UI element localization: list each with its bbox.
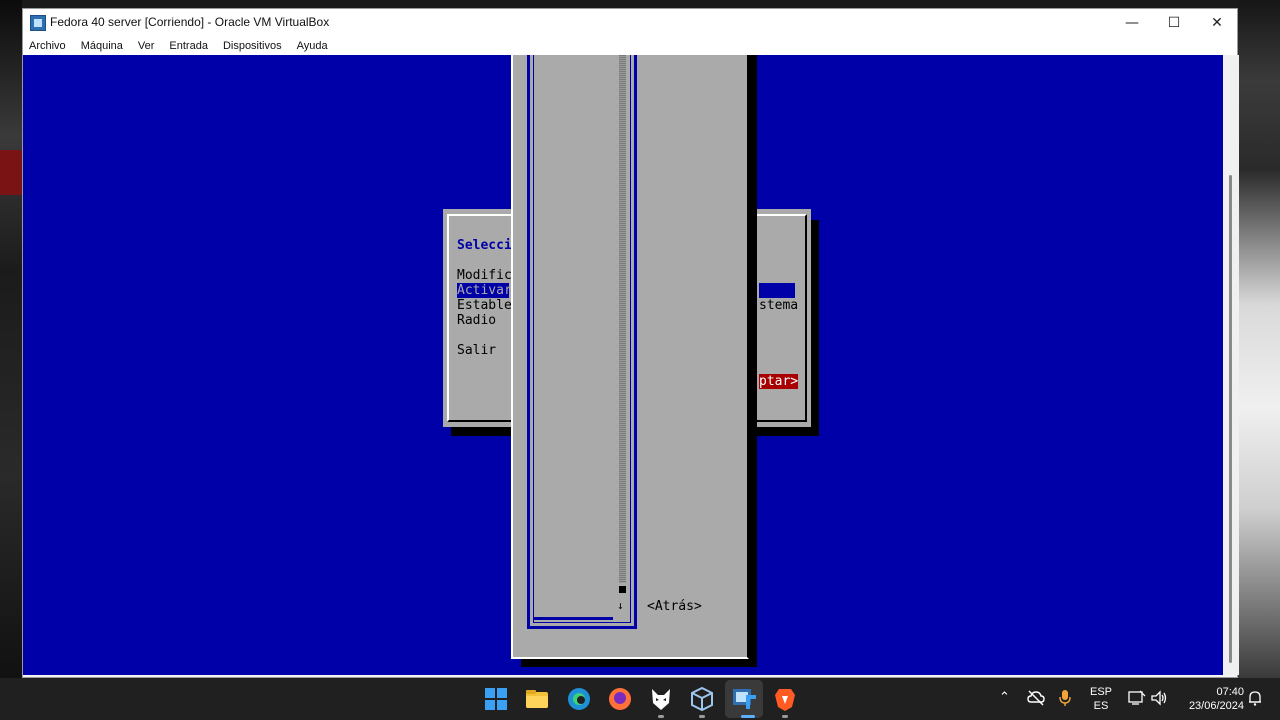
selected-option-highlight-right xyxy=(759,283,795,298)
maximize-button[interactable]: ☐ xyxy=(1153,9,1195,37)
scroll-down-arrow-icon[interactable]: ↓ xyxy=(617,599,624,612)
vm-display[interactable]: Selecci Modific Activar Estable stema Ra… xyxy=(23,55,1223,675)
listbox-scrollbar[interactable] xyxy=(619,55,626,583)
virtualbox-app-icon xyxy=(30,15,46,31)
vm-session-icon[interactable] xyxy=(730,685,758,713)
desktop-wallpaper-right xyxy=(1238,0,1280,678)
accept-button[interactable]: ptar> xyxy=(759,374,799,389)
network-icon[interactable] xyxy=(1128,690,1146,706)
menu-archivo[interactable]: Archivo xyxy=(29,40,66,52)
notification-bell-icon[interactable] xyxy=(1248,690,1262,706)
menu-dispositivos[interactable]: Dispositivos xyxy=(223,40,282,52)
app-running-indicator xyxy=(699,715,705,718)
clock-date: 23/06/2024 xyxy=(1188,700,1244,712)
fox-app-icon[interactable] xyxy=(647,685,675,713)
app-active-indicator xyxy=(741,715,755,718)
app-running-indicator xyxy=(782,715,788,718)
virtualbox-window: Fedora 40 server [Corriendo] - Oracle VM… xyxy=(22,8,1239,678)
listbox-right-border xyxy=(635,55,637,629)
menu-ver[interactable]: Ver xyxy=(138,40,155,52)
chevron-up-icon[interactable]: ⌃ xyxy=(999,690,1010,705)
desktop-wallpaper-left xyxy=(0,0,22,678)
listbox-inner-frame xyxy=(533,55,631,623)
microphone-icon[interactable] xyxy=(1059,689,1071,707)
menu-bar: Archivo Máquina Ver Entrada Dispositivos… xyxy=(23,37,1237,55)
volume-icon[interactable] xyxy=(1150,690,1168,706)
dialog-title: Selecci xyxy=(457,238,512,253)
menu-option-radio[interactable]: Radio xyxy=(457,313,496,328)
menu-ayuda[interactable]: Ayuda xyxy=(297,40,328,52)
windows-start-icon[interactable] xyxy=(482,685,510,713)
app-running-indicator xyxy=(658,715,664,718)
close-button[interactable]: ✕ xyxy=(1196,9,1238,37)
connection-list-dialog: ↓ <Atrás> xyxy=(511,55,749,659)
clock-time: 07:40 xyxy=(1216,686,1244,698)
keyboard-layout: ES xyxy=(1093,700,1109,712)
menu-maquina[interactable]: Máquina xyxy=(81,40,123,52)
listbox-bottom-border xyxy=(533,617,613,620)
minimize-button[interactable]: — xyxy=(1111,9,1153,37)
listbox-scroll-thumb[interactable] xyxy=(619,586,626,593)
vm-scrollbar-thumb[interactable] xyxy=(1229,175,1232,663)
menu-option-activate[interactable]: Activar xyxy=(457,283,512,298)
clock[interactable]: 07:40 23/06/2024 xyxy=(1178,685,1244,713)
window-title: Fedora 40 server [Corriendo] - Oracle VM… xyxy=(50,15,330,29)
brave-icon[interactable] xyxy=(771,685,799,713)
language-code: ESP xyxy=(1089,686,1112,698)
menu-option-edit[interactable]: Modific xyxy=(457,268,512,283)
file-explorer-icon[interactable] xyxy=(523,685,551,713)
back-button[interactable]: <Atrás> xyxy=(647,599,702,614)
vm-vertical-scrollbar[interactable] xyxy=(1223,55,1239,675)
menu-option-hostname-fragment: stema xyxy=(759,298,799,313)
taskbar: ⌃ ESP ES 07:40 23/06/2024 xyxy=(0,678,1280,720)
title-bar[interactable]: Fedora 40 server [Corriendo] - Oracle VM… xyxy=(23,9,1237,37)
firefox-icon[interactable] xyxy=(606,685,634,713)
cloud-offline-icon[interactable] xyxy=(1027,690,1045,706)
connection-listbox[interactable]: ↓ xyxy=(527,55,637,629)
virtualbox-icon[interactable] xyxy=(688,685,716,713)
language-indicator[interactable]: ESP ES xyxy=(1088,685,1114,713)
menu-option-quit[interactable]: Salir xyxy=(457,343,496,358)
wallpaper-detail xyxy=(0,150,22,195)
menu-entrada[interactable]: Entrada xyxy=(169,40,208,52)
menu-option-hostname[interactable]: Estable xyxy=(457,298,512,313)
edge-icon[interactable] xyxy=(565,685,593,713)
